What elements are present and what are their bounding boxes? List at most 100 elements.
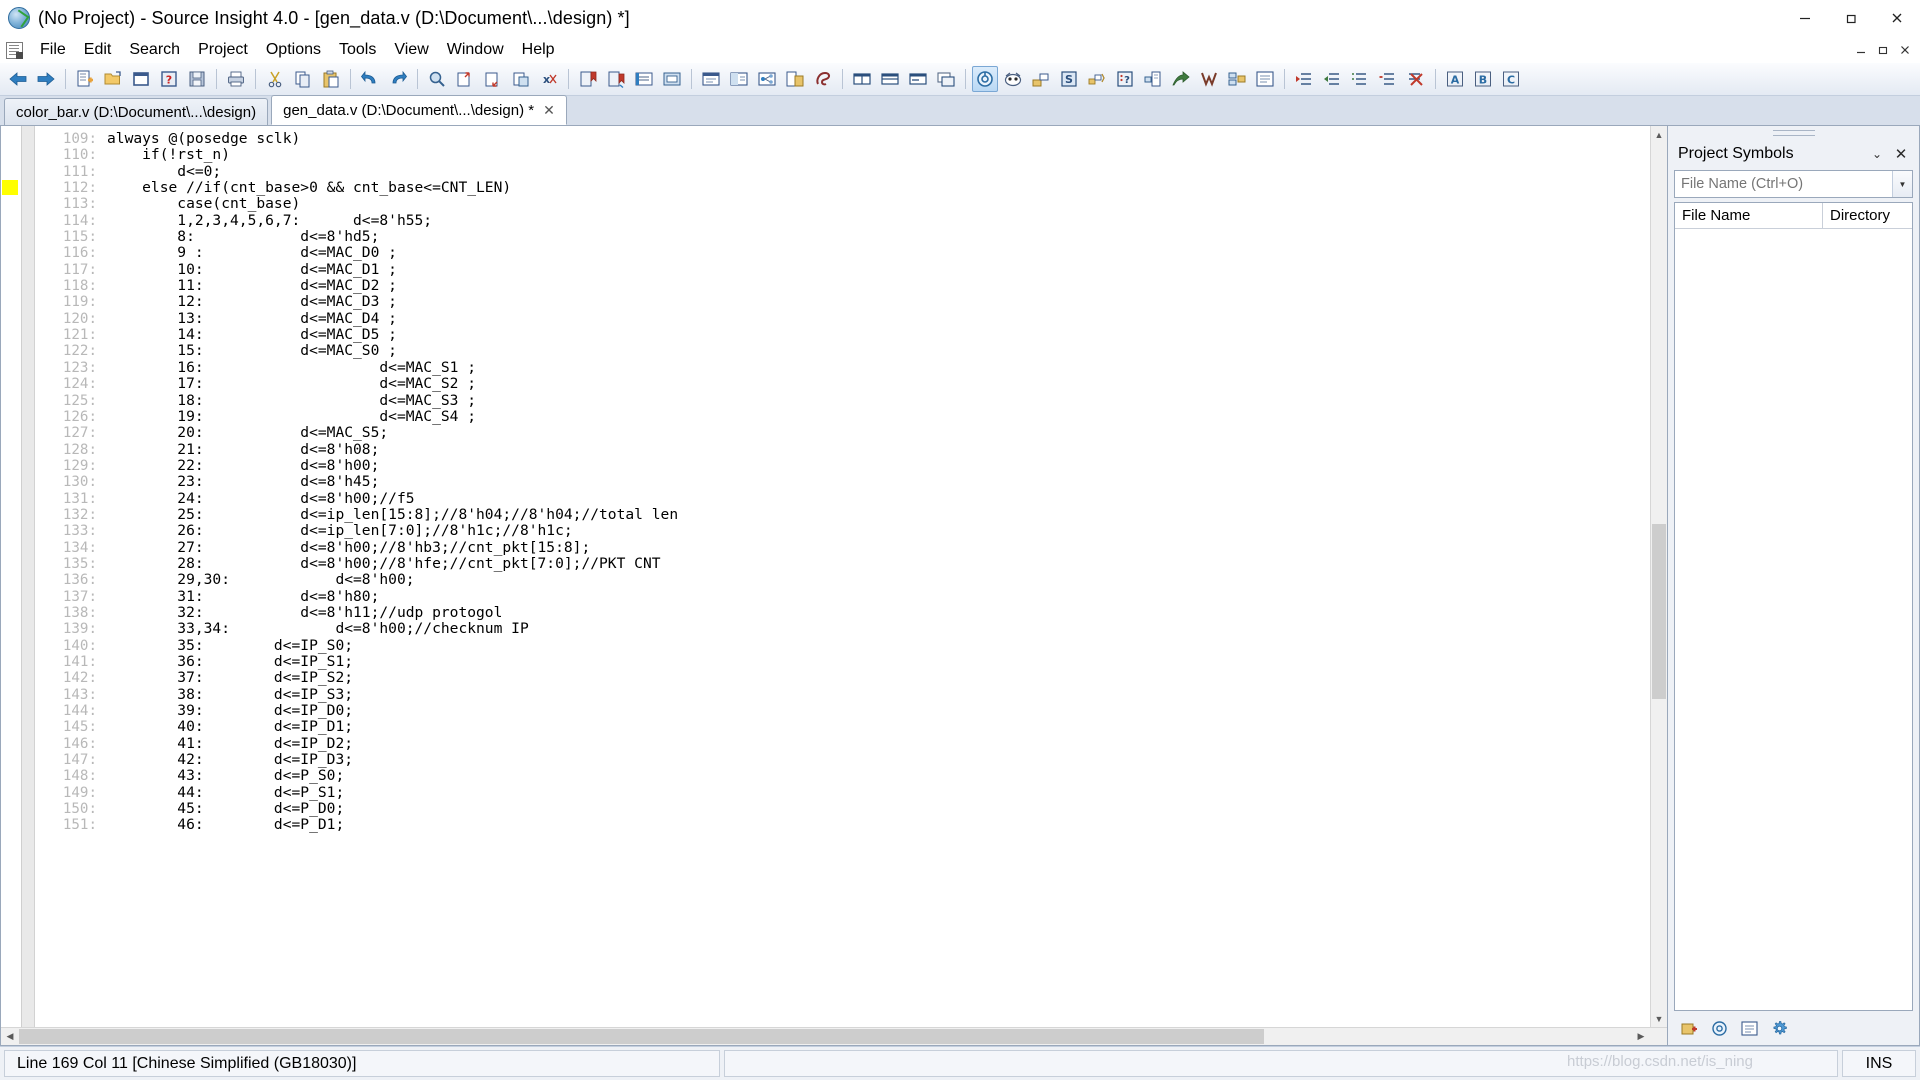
new-file-icon[interactable] xyxy=(72,66,98,92)
code-line[interactable]: 144: 39: d<=IP_D0; xyxy=(35,702,1650,719)
redo-icon[interactable] xyxy=(385,66,411,92)
menu-view[interactable]: View xyxy=(385,39,437,61)
code-line[interactable]: 134: 27: d<=8'h00;//8'hb3;//cnt_pkt[15:8… xyxy=(35,539,1650,556)
menu-options[interactable]: Options xyxy=(257,39,330,61)
font-bold-icon[interactable]: B xyxy=(1470,66,1496,92)
code-line[interactable]: 148: 43: d<=P_S0; xyxy=(35,768,1650,785)
code-line[interactable]: 139: 33,34: d<=8'h00;//checknum IP xyxy=(35,620,1650,637)
undo-icon[interactable] xyxy=(357,66,383,92)
settings-gear-icon[interactable] xyxy=(1766,1015,1792,1041)
file-list-icon[interactable] xyxy=(1736,1015,1762,1041)
code-line[interactable]: 118: 11: d<=MAC_D2 ; xyxy=(35,277,1650,294)
scroll-up-button[interactable]: ▲ xyxy=(1651,126,1667,143)
code-line[interactable]: 145: 40: d<=IP_D1; xyxy=(35,719,1650,736)
code-line[interactable]: 142: 37: d<=IP_S2; xyxy=(35,669,1650,686)
file-properties-icon[interactable]: ? xyxy=(156,66,182,92)
forward-icon[interactable] xyxy=(33,66,59,92)
rebuild-project-icon[interactable] xyxy=(1084,66,1110,92)
menu-tools[interactable]: Tools xyxy=(330,39,385,61)
code-line[interactable]: 117: 10: d<=MAC_D1 ; xyxy=(35,261,1650,278)
project-import-icon[interactable] xyxy=(1168,66,1194,92)
font-color-icon[interactable]: C xyxy=(1498,66,1524,92)
project-list-icon[interactable] xyxy=(1252,66,1278,92)
horizontal-scroll-thumb[interactable] xyxy=(19,1029,1264,1044)
mdi-restore-button[interactable] xyxy=(1872,39,1894,61)
code-line[interactable]: 146: 41: d<=IP_D2; xyxy=(35,735,1650,752)
menu-edit[interactable]: Edit xyxy=(75,39,121,61)
code-line[interactable]: 121: 14: d<=MAC_D5 ; xyxy=(35,326,1650,343)
relation-window-icon[interactable] xyxy=(754,66,780,92)
code-line[interactable]: 141: 36: d<=IP_S1; xyxy=(35,653,1650,670)
search-clear-icon[interactable]: x xyxy=(536,66,562,92)
add-project-file-icon[interactable] xyxy=(1028,66,1054,92)
code-line[interactable]: 113: case(cnt_base) xyxy=(35,196,1650,213)
code-line[interactable]: 128: 21: d<=8'h08; xyxy=(35,441,1650,458)
vertical-scroll-thumb[interactable] xyxy=(1652,524,1666,700)
search-files-icon[interactable] xyxy=(452,66,478,92)
code-line[interactable]: 130: 23: d<=8'h45; xyxy=(35,473,1650,490)
project-tree-icon[interactable] xyxy=(1224,66,1250,92)
code-line[interactable]: 110: if(!rst_n) xyxy=(35,146,1650,163)
code-line[interactable]: 151: 46: d<=P_D1; xyxy=(35,817,1650,834)
paste-icon[interactable] xyxy=(318,66,344,92)
split-window-icon[interactable] xyxy=(905,66,931,92)
close-icon[interactable]: ✕ xyxy=(1889,143,1913,165)
bookmark-gutter[interactable] xyxy=(1,126,22,1027)
maximize-restore-button[interactable] xyxy=(1828,0,1874,36)
search-backward-icon[interactable] xyxy=(480,66,506,92)
mdi-close-button[interactable] xyxy=(1894,39,1916,61)
save-icon[interactable] xyxy=(184,66,210,92)
code-text-area[interactable]: 109: always @(posedge sclk) 110: if(!rst_n… xyxy=(35,126,1650,1027)
code-line[interactable]: 135: 28: d<=8'h00;//8'hfe;//cnt_pkt[7:0]… xyxy=(35,555,1650,572)
project-report-icon[interactable]: ? xyxy=(1112,66,1138,92)
editor-vertical-scrollbar[interactable]: ▲ ▼ xyxy=(1650,126,1667,1027)
code-line[interactable]: 126: 19: d<=MAC_S4 ; xyxy=(35,408,1650,425)
menu-help[interactable]: Help xyxy=(513,39,564,61)
code-line[interactable]: 124: 17: d<=MAC_S2 ; xyxy=(35,375,1650,392)
code-line[interactable]: 137: 31: d<=8'h80; xyxy=(35,588,1650,605)
cut-icon[interactable] xyxy=(262,66,288,92)
code-line[interactable]: 116: 9 : d<=MAC_D0 ; xyxy=(35,245,1650,262)
tab-color-bar[interactable]: color_bar.v (D:\Document\...\design) xyxy=(4,98,269,125)
project-settings-icon[interactable] xyxy=(1140,66,1166,92)
code-line[interactable]: 127: 20: d<=MAC_S5; xyxy=(35,424,1650,441)
add-file-icon[interactable] xyxy=(1676,1015,1702,1041)
minimize-button[interactable] xyxy=(1782,0,1828,36)
scroll-left-button[interactable]: ◀ xyxy=(1,1028,19,1045)
font-normal-icon[interactable]: A xyxy=(1442,66,1468,92)
delete-block-icon[interactable] xyxy=(1403,66,1429,92)
indent-decrease-icon[interactable] xyxy=(1319,66,1345,92)
vertical-scroll-track[interactable] xyxy=(1651,143,1667,1010)
tab-gen-data[interactable]: gen_data.v (D:\Document\...\design) * ✕ xyxy=(271,95,567,125)
replace-icon[interactable] xyxy=(508,66,534,92)
column-header-directory[interactable]: Directory xyxy=(1823,203,1912,228)
bookmark-red-icon[interactable] xyxy=(575,66,601,92)
chevron-down-icon[interactable]: ⌄ xyxy=(1865,143,1889,165)
synchronize-files-icon[interactable]: S xyxy=(1056,66,1082,92)
bookmark-toggle-icon[interactable] xyxy=(659,66,685,92)
code-line[interactable]: 109: always @(posedge sclk) xyxy=(35,130,1650,147)
grid-body[interactable] xyxy=(1675,229,1912,1010)
close-icon[interactable]: ✕ xyxy=(543,103,555,117)
code-line[interactable]: 150: 45: d<=P_D0; xyxy=(35,800,1650,817)
reference-icon[interactable] xyxy=(810,66,836,92)
symbol-window-icon[interactable] xyxy=(698,66,724,92)
cascade-windows-icon[interactable] xyxy=(933,66,959,92)
code-line[interactable]: 138: 32: d<=8'h11;//udp protogol xyxy=(35,604,1650,621)
source-links-icon[interactable] xyxy=(1196,66,1222,92)
code-line[interactable]: 120: 13: d<=MAC_D4 ; xyxy=(35,310,1650,327)
search-icon[interactable] xyxy=(424,66,450,92)
code-line[interactable]: 122: 15: d<=MAC_S0 ; xyxy=(35,343,1650,360)
menu-project[interactable]: Project xyxy=(189,39,257,61)
code-line[interactable]: 131: 24: d<=8'h00;//f5 xyxy=(35,490,1650,507)
tile-vertical-icon[interactable] xyxy=(877,66,903,92)
browse-project-icon[interactable] xyxy=(782,66,808,92)
editor-horizontal-scrollbar[interactable]: ◀ ▶ xyxy=(1,1027,1667,1045)
code-line[interactable]: 132: 25: d<=ip_len[15:8];//8'h04;//8'h04… xyxy=(35,506,1650,523)
bookmark-list-icon[interactable] xyxy=(631,66,657,92)
code-line[interactable]: 125: 18: d<=MAC_S3 ; xyxy=(35,392,1650,409)
close-file-icon[interactable] xyxy=(128,66,154,92)
code-line[interactable]: 147: 42: d<=IP_D3; xyxy=(35,751,1650,768)
project-window-icon[interactable] xyxy=(972,66,998,92)
file-name-input[interactable] xyxy=(1675,175,1892,193)
